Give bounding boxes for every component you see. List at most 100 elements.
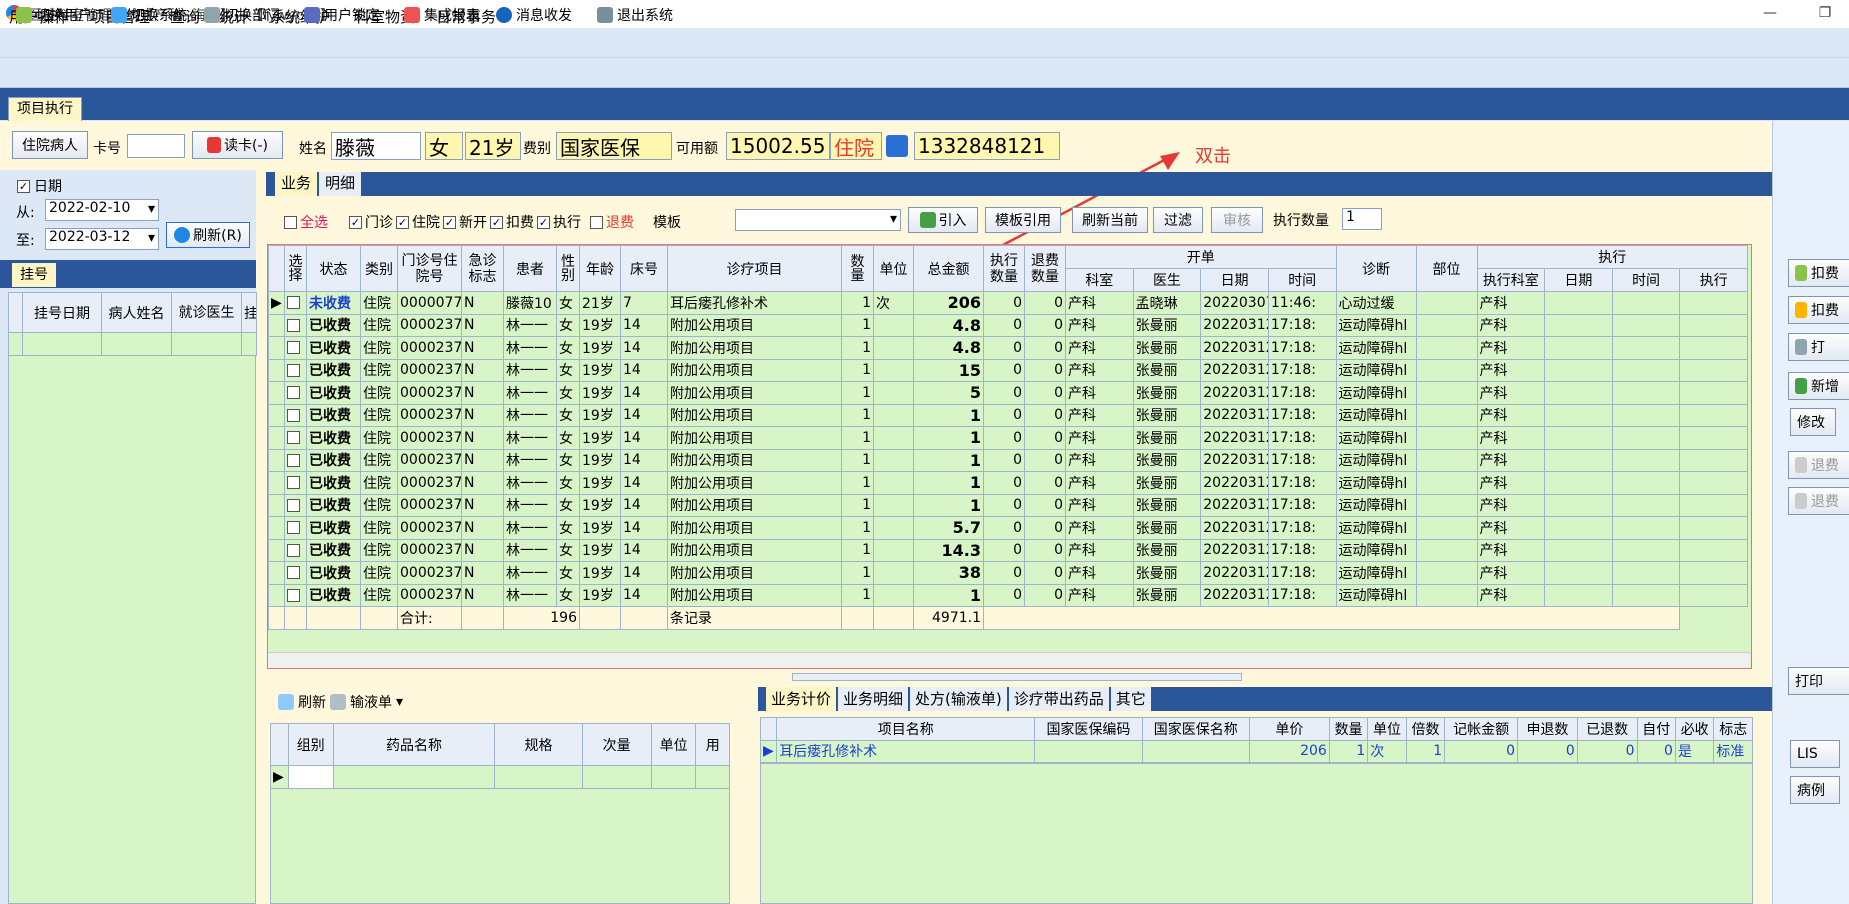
tab-project-exec[interactable]: 项目执行: [8, 97, 82, 121]
table-row[interactable]: 已收费 住院 0000237 N 林一一女 19岁 14 附加公用项目 1 1 0 0 产科 张曼丽 202…: [268, 493, 1748, 517]
table-row[interactable]: 已收费 住院 0000237 N 林一一女 19岁 14 附加公用项目 1 14.3 0 0 产科 张曼丽…: [268, 538, 1748, 562]
table-row[interactable]: 已收费 住院 0000237 N 林一一女 19岁 14 附加公用项目 1 5.7 0 0 产科 张曼丽 2…: [268, 516, 1748, 540]
user-lock-button[interactable]: 用户锁定: [304, 5, 380, 25]
minimize-button[interactable]: —: [1755, 2, 1785, 24]
lis-button[interactable]: LIS: [1790, 740, 1840, 768]
print-icon: [1795, 339, 1807, 355]
row-checkbox[interactable]: [284, 471, 307, 495]
add-button[interactable]: 新增: [1788, 372, 1849, 400]
deduct-checkbox[interactable]: [490, 215, 503, 229]
pricing-row[interactable]: ▶ 耳后瘘孔修补术 206 1 次 1 0 0 0 0 是标准: [759, 739, 1753, 763]
dept-icon: [204, 7, 220, 23]
to-date[interactable]: 2022-03-12 ▾: [45, 228, 159, 250]
row-checkbox[interactable]: [284, 381, 307, 405]
avail-label: 可用额: [676, 141, 718, 157]
reg-tab[interactable]: 挂号: [12, 263, 56, 287]
date-checkbox[interactable]: 日期: [17, 176, 62, 196]
new-checkbox[interactable]: [443, 215, 456, 229]
fee-label: 费别: [523, 141, 551, 157]
tab-drugs-out[interactable]: 诊疗带出药品: [1008, 687, 1109, 711]
print-bottom-button[interactable]: 打印: [1788, 667, 1849, 695]
infusion-button[interactable]: 输液单: [350, 692, 392, 712]
modify-button[interactable]: 修改: [1790, 408, 1836, 436]
row-checkbox[interactable]: [284, 291, 307, 315]
refund-button-2[interactable]: 退费: [1788, 487, 1849, 515]
horizontal-scrollbar[interactable]: [268, 652, 1750, 668]
row-checkbox[interactable]: [284, 516, 307, 540]
drug-refresh-button[interactable]: 刷新: [298, 692, 326, 712]
row-checkbox[interactable]: [284, 538, 307, 562]
tab-pricing[interactable]: 业务计价: [766, 687, 837, 711]
row-checkbox[interactable]: [284, 448, 307, 472]
restore-button[interactable]: ❐: [1810, 2, 1840, 24]
patient-type-button[interactable]: 住院病人: [12, 131, 88, 159]
row-checkbox[interactable]: [284, 493, 307, 517]
refresh-current-button[interactable]: 刷新当前: [1072, 207, 1148, 233]
reg-table: 挂号日期病人姓名就诊医生挂: [8, 292, 257, 356]
reports-button[interactable]: 集成报表: [404, 5, 480, 25]
deduct-button-1[interactable]: 扣费: [1788, 259, 1849, 287]
row-checkbox[interactable]: [284, 313, 307, 337]
table-row[interactable]: 已收费 住院 0000237 N 林一一女 19岁 14 附加公用项目 1 1 0 0 产科 张曼丽 202…: [268, 448, 1748, 472]
template-ref-button[interactable]: 模板引用: [985, 207, 1061, 233]
refresh-date-button[interactable]: 刷新(R): [166, 222, 250, 248]
splitter-handle[interactable]: [792, 673, 1242, 681]
row-checkbox[interactable]: [284, 358, 307, 382]
drug-row[interactable]: ▶: [270, 765, 730, 789]
table-row[interactable]: ▶ 未收费 住院 0000077 N 滕薇10 女 21岁 7 耳后瘘孔修补术 1 次 206 0 0 产科孟…: [268, 291, 1748, 315]
read-card-button[interactable]: 读卡(-): [192, 131, 283, 159]
from-date[interactable]: 2022-02-10 ▾: [45, 199, 159, 221]
info-icon: [496, 7, 512, 23]
exec-checkbox[interactable]: [537, 215, 550, 229]
tab-business[interactable]: 业务: [275, 172, 318, 196]
table-row[interactable]: 已收费 住院 0000237 N 林一一女 19岁 14 附加公用项目 1 1 0 0 产科 张曼丽 202…: [268, 471, 1748, 495]
hand-icon: [1795, 302, 1807, 318]
name-label: 姓名: [299, 141, 327, 157]
tab-detail[interactable]: 明细: [319, 172, 362, 196]
row-checkbox[interactable]: [284, 403, 307, 427]
switch-user-button[interactable]: 切换用户: [16, 5, 92, 25]
import-icon: [919, 212, 936, 228]
template-select[interactable]: ▾: [735, 209, 901, 231]
table-row[interactable]: 已收费 住院 0000237 N 林一一女 19岁 14 附加公用项目 1 38 0 0 产科 张曼丽 20…: [268, 561, 1748, 585]
table-row[interactable]: 已收费 住院 0000237 N 林一一女 19岁 14 附加公用项目 1 1 0 0 产科 张曼丽 202…: [268, 583, 1748, 607]
exit-button[interactable]: 退出系统: [597, 5, 673, 25]
report-icon: [404, 7, 420, 23]
case-button[interactable]: 病例: [1790, 776, 1840, 804]
print-button[interactable]: 打: [1788, 333, 1849, 361]
tab-business-detail[interactable]: 业务明细: [838, 687, 909, 711]
row-checkbox[interactable]: [284, 426, 307, 450]
card-input[interactable]: [127, 134, 185, 158]
clinic-checkbox[interactable]: [349, 215, 362, 229]
review-button[interactable]: 审核: [1211, 207, 1263, 233]
lock-icon: [304, 7, 320, 23]
filter-button[interactable]: 过滤: [1153, 207, 1203, 233]
users-icon: [16, 7, 32, 23]
table-row[interactable]: 已收费 住院 0000237 N 林一一女 19岁 14 附加公用项目 1 15 0 0 产科 张曼丽 20…: [268, 358, 1748, 382]
row-checkbox[interactable]: [284, 583, 307, 607]
reg-empty-row[interactable]: [8, 332, 257, 356]
deduct-button-2[interactable]: 扣费: [1788, 296, 1849, 324]
import-button[interactable]: 引入: [908, 207, 978, 233]
messages-button[interactable]: 消息收发: [496, 5, 572, 25]
table-row[interactable]: 已收费 住院 0000237 N 林一一女 19岁 14 附加公用项目 1 4.8 0 0 产科 张曼丽 2…: [268, 313, 1748, 337]
bottom-tabs: 业务计价 业务明细 处方(输液单) 诊疗带出药品 其它: [766, 687, 1151, 711]
refund-button-1[interactable]: 退费: [1788, 451, 1849, 479]
refund-checkbox[interactable]: [590, 215, 603, 229]
table-row[interactable]: 已收费 住院 0000237 N 林一一女 19岁 14 附加公用项目 1 5 0 0 产科 张曼丽 202…: [268, 381, 1748, 405]
refund-icon: [1795, 457, 1807, 473]
switch-dept-button[interactable]: 切换部门: [204, 5, 280, 25]
annotation-text: 双击: [1195, 146, 1231, 167]
table-row[interactable]: 已收费 住院 0000237 N 林一一女 19岁 14 附加公用项目 1 1 0 0 产科 张曼丽 202…: [268, 426, 1748, 450]
tab-prescription[interactable]: 处方(输液单): [910, 687, 1007, 711]
row-checkbox[interactable]: [284, 336, 307, 360]
row-checkbox[interactable]: [284, 561, 307, 585]
tab-other[interactable]: 其它: [1110, 687, 1151, 711]
pricing-table: 项目名称 国家医保编码 国家医保名称 单价 数量 单位 倍数 记帐金额 申退数 已退数 自付 必收 标志…: [759, 717, 1753, 763]
table-row[interactable]: 已收费 住院 0000237 N 林一一女 19岁 14 附加公用项目 1 1 0 0 产科 张曼丽 202…: [268, 403, 1748, 427]
exec-qty-input[interactable]: 1: [1342, 208, 1382, 230]
switch-system-button[interactable]: 切换系统: [111, 5, 187, 25]
inpatient-checkbox[interactable]: [396, 215, 409, 229]
select-all-checkbox[interactable]: [284, 215, 297, 229]
table-row[interactable]: 已收费 住院 0000237 N 林一一女 19岁 14 附加公用项目 1 4.8 0 0 产科 张曼丽 2…: [268, 336, 1748, 360]
